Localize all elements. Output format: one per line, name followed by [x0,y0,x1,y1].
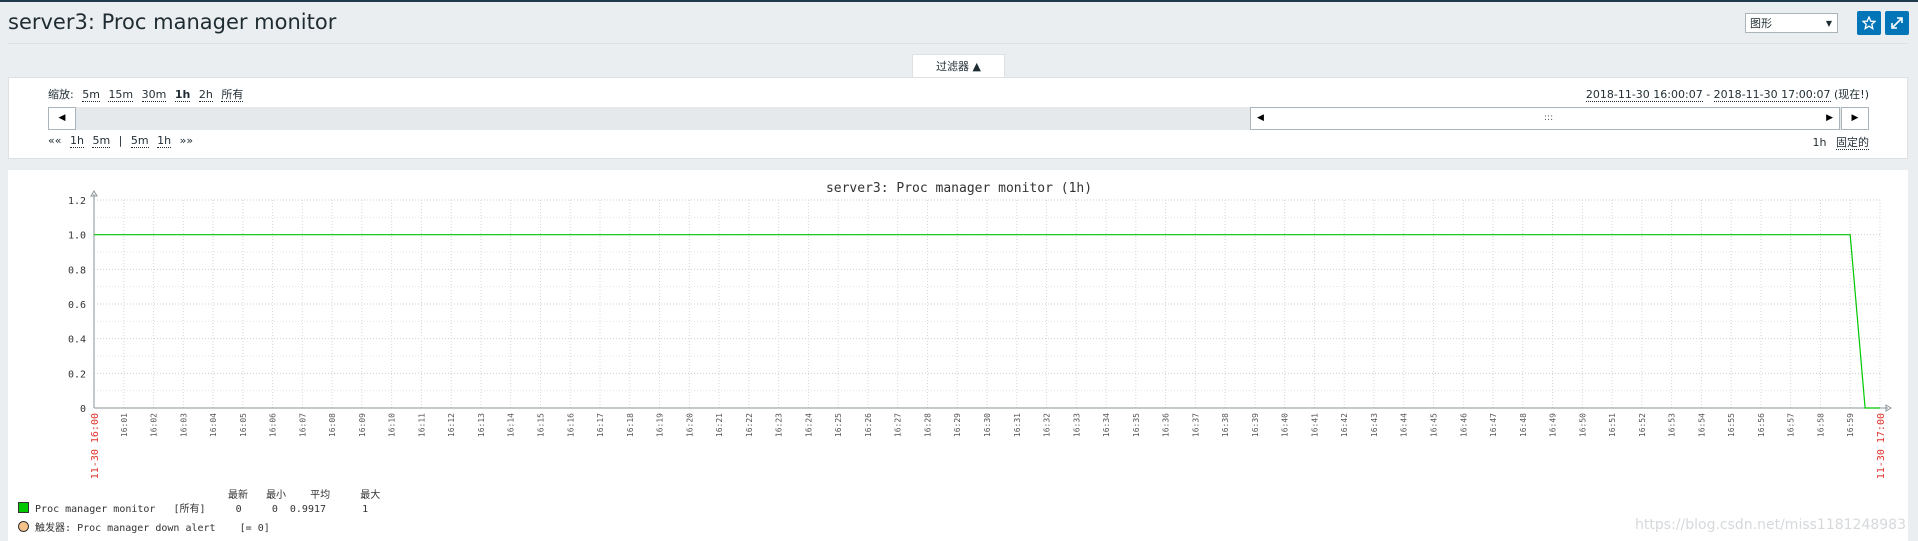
x-tick-label: 16:23 [775,413,784,437]
x-tick-label: 16:20 [685,413,694,437]
x-tick-label: 16:34 [1102,413,1111,437]
x-tick-label: 16:05 [239,413,248,437]
legend-series-min: 0 [271,504,278,515]
x-tick-label: 16:29 [953,413,962,437]
x-tick-label: 16:11 [417,413,426,437]
x-tick-label: 16:41 [1310,413,1319,437]
x-tick-label: 16:43 [1370,413,1379,437]
x-tick-label: 16:30 [983,413,992,437]
watermark: https://blog.csdn.net/miss1181248983 [1635,517,1906,533]
x-tick-label: 16:58 [1816,413,1825,437]
x-tick-label: 16:04 [209,413,218,437]
x-tick-label: 16:53 [1668,413,1677,437]
y-tick-label: 0.8 [68,265,86,276]
x-tick-label: 16:40 [1281,413,1290,437]
x-tick-label: 16:46 [1459,413,1468,437]
x-tick-label: 16:56 [1757,413,1766,437]
x-tick-label: 16:13 [477,413,486,437]
x-tick-label: 16:26 [864,413,873,437]
legend-header: 最新 最小 平均 最大 [228,486,380,501]
y-tick-label: 0.6 [68,300,86,311]
x-tick-label: 16:49 [1549,413,1558,437]
x-tick-label: 16:14 [507,413,516,437]
x-tick-label: 16:16 [566,413,575,437]
y-tick-label: 0 [80,404,86,415]
y-tick-label: 0.4 [68,335,86,346]
x-tick-label: 16:24 [804,413,813,437]
x-tick-label: 16:36 [1162,413,1171,437]
x-tick-label: 16:12 [447,413,456,437]
legend-trigger-cond: [= 0] [239,523,270,534]
x-tick-label: 16:10 [388,413,397,437]
legend-series-swatch [18,502,29,513]
x-tick-label: 16:21 [715,413,724,437]
x-tick-label: 16:03 [179,413,188,437]
x-tick-label: 16:09 [358,413,367,437]
x-tick-label: 16:47 [1489,413,1498,437]
y-tick-label: 1.0 [68,231,86,242]
x-tick-label: 16:22 [745,413,754,437]
x-tick-label: 16:38 [1221,413,1230,437]
x-tick-label: 16:27 [894,413,903,437]
x-tick-label: 16:44 [1400,413,1409,437]
x-tick-label: 16:06 [269,413,278,437]
legend-series-row: Proc manager monitor [所有] 0 0 0.9917 1 [18,500,368,515]
x-tick-label: 16:52 [1638,413,1647,437]
legend-trigger-swatch [18,521,29,532]
x-tick-label: 16:42 [1340,413,1349,437]
legend-series-scope: [所有] [173,504,206,515]
x-tick-label: 16:37 [1191,413,1200,437]
x-tick-label: 16:51 [1608,413,1617,437]
x-tick-label: 16:39 [1251,413,1260,437]
legend-series-last: 0 [235,504,242,515]
x-range-label: 11-30 16:00 [90,413,101,479]
x-tick-label: 16:15 [537,413,546,437]
x-tick-label: 16:35 [1132,413,1141,437]
legend-series-max: 1 [362,504,369,515]
x-tick-label: 16:07 [298,413,307,437]
x-tick-label: 16:32 [1043,413,1052,437]
x-tick-label: 16:45 [1430,413,1439,437]
x-range-label: 11-30 17:00 [1876,413,1887,479]
graph-canvas: 0 0.2 0.4 0.6 0.8 1.0 1.2 16:01 16:02 16:03 16:04 1… [68,190,1892,479]
y-tick-label: 0.2 [68,369,86,380]
x-tick-label: 16:25 [834,413,843,437]
x-tick-label: 16:48 [1519,413,1528,437]
legend-series-name: Proc manager monitor [35,504,156,515]
x-tick-label: 16:59 [1846,413,1855,437]
x-tick-label: 16:17 [596,413,605,437]
y-tick-label: 1.2 [68,196,86,207]
x-tick-label: 16:50 [1578,413,1587,437]
x-tick-label: 16:18 [626,413,635,437]
x-tick-label: 16:08 [328,413,337,437]
x-tick-label: 16:55 [1727,413,1736,437]
x-tick-label: 16:28 [923,413,932,437]
x-tick-label: 16:19 [656,413,665,437]
x-tick-label: 16:57 [1787,413,1796,437]
legend-trigger-text: 触发器: Proc manager down alert [35,523,216,534]
x-tick-label: 16:02 [150,413,159,437]
x-tick-label: 16:31 [1013,413,1022,437]
x-tick-label: 16:33 [1072,413,1081,437]
legend-trigger-row: 触发器: Proc manager down alert [= 0] [18,519,270,534]
x-tick-label: 16:01 [120,413,129,437]
legend-series-avg: 0.9917 [289,504,327,515]
x-tick-label: 16:54 [1697,413,1706,437]
